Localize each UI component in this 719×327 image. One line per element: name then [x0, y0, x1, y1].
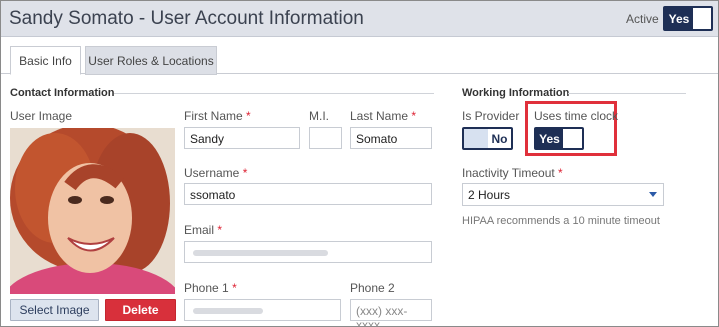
is-provider-toggle-no: No	[488, 129, 511, 148]
select-image-button[interactable]: Select Image	[10, 299, 99, 321]
chevron-down-icon	[649, 192, 657, 197]
first-name-label: First Name *	[184, 109, 251, 123]
mi-label: M.I.	[309, 109, 329, 123]
user-account-window: Sandy Somato - User Account Information …	[0, 0, 719, 327]
inactivity-timeout-label: Inactivity Timeout *	[462, 166, 563, 180]
uses-time-clock-toggle-yes: Yes	[536, 129, 563, 148]
phone1-label: Phone 1 *	[184, 281, 237, 295]
hipaa-hint: HIPAA recommends a 10 minute timeout	[462, 215, 660, 227]
phone1-blurred-value	[193, 308, 263, 314]
active-label: Active	[626, 12, 659, 26]
first-name-field[interactable]: Sandy	[184, 127, 300, 149]
working-divider	[568, 93, 686, 94]
last-name-field[interactable]: Somato	[350, 127, 432, 149]
inactivity-timeout-select[interactable]: 2 Hours	[462, 183, 664, 206]
active-toggle-yes: Yes	[665, 8, 693, 29]
page-title: Sandy Somato - User Account Information	[9, 8, 364, 29]
email-blurred-value	[193, 250, 328, 256]
last-name-label: Last Name *	[350, 109, 417, 123]
delete-image-button[interactable]: Delete	[105, 299, 176, 321]
mi-field[interactable]	[309, 127, 342, 149]
is-provider-toggle[interactable]: No	[462, 127, 513, 150]
tab-basic-info[interactable]: Basic Info	[10, 46, 81, 75]
phone2-field[interactable]: (xxx) xxx-xxxx	[350, 299, 432, 326]
uses-time-clock-label: Uses time clock	[534, 109, 619, 123]
email-field[interactable]	[184, 241, 432, 263]
user-photo	[10, 128, 175, 294]
contact-information-heading: Contact Information	[10, 87, 115, 99]
tab-user-roles-locations[interactable]: User Roles & Locations	[85, 46, 217, 75]
phone1-field[interactable]	[184, 299, 341, 321]
user-image-label: User Image	[10, 109, 73, 123]
email-label: Email *	[184, 223, 223, 237]
username-field[interactable]: ssomato	[184, 183, 432, 205]
user-photo-image	[10, 128, 175, 294]
tab-bar: Basic Info User Roles & Locations	[1, 38, 718, 75]
phone2-label: Phone 2	[350, 281, 395, 295]
header-bar: Sandy Somato - User Account Information …	[1, 1, 718, 37]
uses-time-clock-toggle[interactable]: Yes	[534, 127, 584, 150]
inactivity-timeout-value: 2 Hours	[468, 188, 511, 202]
contact-divider	[114, 93, 434, 94]
active-toggle[interactable]: Yes	[663, 6, 713, 31]
working-information-heading: Working Information	[462, 87, 570, 99]
is-provider-label: Is Provider	[462, 109, 520, 123]
username-label: Username *	[184, 166, 248, 180]
